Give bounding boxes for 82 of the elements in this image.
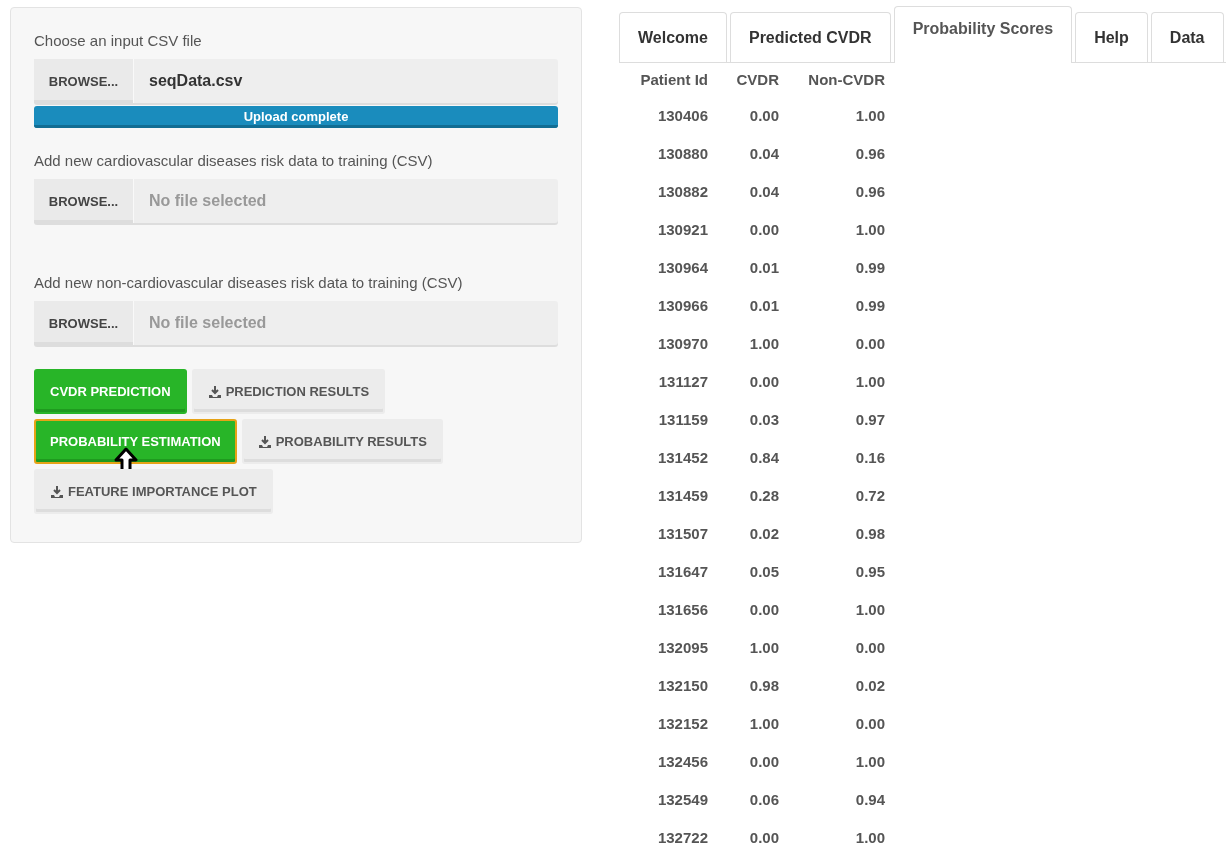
table-cell: 0.98 [779,514,885,552]
browse-button[interactable]: BROWSE... [34,179,134,223]
download-button[interactable]: PROBABILITY RESULTS [241,419,443,464]
table-cell-text: 131647 [656,561,708,582]
download-icon [50,484,64,499]
table-cell: 0.00 [708,590,779,628]
tab[interactable]: Welcome [619,12,727,62]
table-cell: 1.00 [779,590,885,628]
table-cell-text: 130966 [656,295,708,316]
table-cell: 0.00 [708,742,779,780]
table-cell-text: 130970 [656,333,708,354]
browse-button[interactable]: BROWSE... [34,59,134,103]
table-cell: 1.00 [779,210,885,248]
table-cell: 0.94 [779,780,885,818]
table-cell: 0.99 [779,286,885,324]
table-cell: 0.04 [708,172,779,210]
table-cell: 0.00 [779,628,885,666]
table-cell-text: 130406 [656,105,708,126]
column-header: Patient Id [639,70,708,90]
table-cell: 0.00 [708,362,779,400]
table-cell: 0.05 [708,552,779,590]
download-button[interactable]: FEATURE IMPORTANCE PLOT [34,469,273,514]
table-cell: 0.96 [779,134,885,172]
field-label: Add new non-cardiovascular diseases risk data to training (CSV) [34,274,464,291]
table-cell-text: 131507 [656,523,708,544]
table-cell-text: 132722 [656,827,708,848]
table-cell: 0.04 [708,134,779,172]
table-cell-text: 130921 [656,219,708,240]
progress-text: Upload complete [242,109,350,124]
table-cell-text: 131127 [657,371,708,392]
table-cell: 0.06 [708,780,779,818]
table-cell: 0.01 [708,248,779,286]
tab[interactable]: Probability Scores [893,6,1073,63]
table-cell: 0.97 [779,400,885,438]
table-cell: 1.00 [779,96,885,134]
table-cell: 0.00 [779,704,885,742]
download-icon [207,384,222,399]
table-cell-text: 130882 [656,181,708,202]
table-cell-text: 132456 [656,751,708,772]
browse-button[interactable]: BROWSE... [34,301,134,345]
table-cell: 0.00 [708,96,779,134]
table-cell: 0.03 [708,400,779,438]
table-cell: 0.28 [708,476,779,514]
table-cell: 0.84 [708,438,779,476]
tab[interactable]: Data [1150,12,1224,62]
table-cell-text: 132150 [656,675,708,696]
table-cell: 0.02 [779,666,885,704]
table-cell: 0.16 [779,438,885,476]
table-cell-text: 130964 [656,257,708,278]
table-cell: 0.00 [779,324,885,362]
table-cell: 0.96 [779,172,885,210]
table-cell-text: 131159 [657,409,708,430]
column-header: CVDR [735,70,779,90]
tab[interactable]: Predicted CVDR [729,12,891,62]
download-icon [257,434,272,449]
table-cell: 1.00 [779,742,885,780]
tab[interactable]: Help [1075,12,1148,62]
table-cell: 1.00 [708,628,779,666]
table-cell: 0.98 [708,666,779,704]
table-cell-text: 131452 [656,447,708,468]
table-cell: 1.00 [779,362,885,400]
table-cell: 0.95 [779,552,885,590]
table-cell: 0.00 [708,210,779,248]
table-cell: 1.00 [779,818,885,852]
table-cell: 0.02 [708,514,779,552]
file-name-field[interactable]: seqData.csv [134,59,558,103]
table-cell: 1.00 [708,704,779,742]
field-label: Choose an input CSV file [34,32,203,49]
table-cell-text: 130880 [656,143,708,164]
field-label: Add new cardiovascular diseases risk data to training (CSV) [34,152,434,169]
table-cell-text: 131656 [656,599,708,620]
table-cell-text: 131459 [656,485,708,506]
download-button[interactable]: PREDICTION RESULTS [191,369,386,414]
column-header: Non-CVDR [779,63,885,96]
table-cell: 0.00 [708,818,779,852]
table-cell: 0.72 [779,476,885,514]
table-cell: 1.00 [708,324,779,362]
table-cell: 0.99 [779,248,885,286]
table-cell: 0.01 [708,286,779,324]
table-cell-text: 132549 [656,789,708,810]
table-cell-text: 132152 [656,713,708,734]
table-cell-text: 132095 [656,637,708,658]
